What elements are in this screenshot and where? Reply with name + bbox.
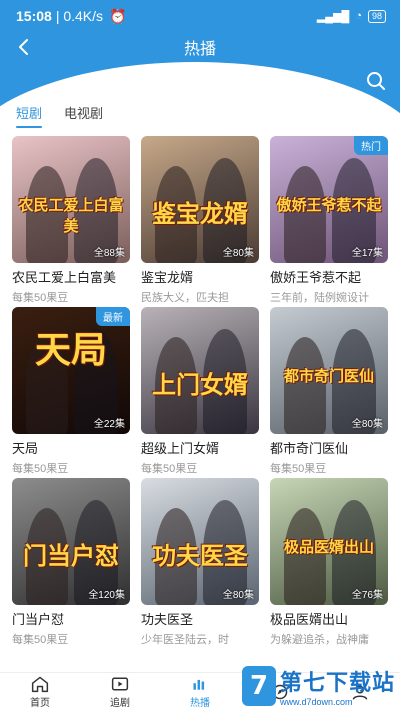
- watermark-title: 第七下载站: [280, 669, 396, 695]
- status-bar: 15:08 | 0.4K/s ⏰ ▂▄▆█ ◔ 98: [0, 0, 400, 32]
- drama-card[interactable]: 农民工爱上白富美 全88集 农民工爱上白富美 每集50果豆: [12, 136, 130, 304]
- drama-title[interactable]: 超级上门女婿: [141, 438, 259, 457]
- drama-title[interactable]: 都市奇门医仙: [270, 438, 388, 457]
- nav-label: 追剧: [110, 698, 130, 709]
- watermark-url: www.d7down.com: [280, 696, 353, 707]
- episode-count: 全80集: [222, 248, 254, 259]
- drama-poster[interactable]: 都市奇门医仙全80集: [270, 307, 388, 434]
- poster-title-art: 极品医婿出山: [283, 538, 374, 556]
- site-watermark: 7 第七下载站 www.d7down.com: [242, 660, 400, 711]
- drama-card[interactable]: 鉴宝龙婿 全80集 鉴宝龙婿 民族大义，匹夫担: [141, 136, 259, 304]
- episode-count: 全80集: [351, 419, 383, 430]
- status-time: 15:08: [16, 8, 52, 24]
- poster-title-art: 天局: [34, 329, 107, 371]
- nav-item-0[interactable]: 首页: [0, 673, 80, 711]
- status-right: ▂▄▆█ ◔ 98: [316, 9, 386, 23]
- episode-count: 全80集: [222, 590, 254, 601]
- battery-indicator: 98: [367, 9, 386, 23]
- drama-description: 为躲避追杀，战神庸: [270, 634, 369, 646]
- poster-badge: 最新: [96, 307, 130, 326]
- page-title: 热播: [183, 41, 216, 58]
- drama-card[interactable]: 都市奇门医仙 全80集 都市奇门医仙 每集50果豆: [270, 307, 388, 475]
- drama-poster[interactable]: 傲娇王爷惹不起 热门全17集: [270, 136, 388, 263]
- drama-poster[interactable]: 功夫医圣全80集: [141, 478, 259, 605]
- wifi-icon: ◔: [355, 10, 362, 22]
- watermark-logo: 7: [242, 665, 276, 706]
- drama-title[interactable]: 天局: [12, 438, 130, 457]
- drama-card[interactable]: 功夫医圣 全80集 功夫医圣 少年医圣陆云，时: [141, 478, 259, 646]
- episode-count: 全22集: [93, 419, 125, 430]
- drama-description: 少年医圣陆云，时: [141, 634, 229, 646]
- nav-label: 首页: [30, 698, 50, 709]
- drama-poster[interactable]: 极品医婿出山全76集: [270, 478, 388, 605]
- status-speed: | 0.4K/s: [55, 8, 104, 24]
- nav-label: 热播: [190, 698, 210, 709]
- drama-poster[interactable]: 农民工爱上白富美全88集: [12, 136, 130, 263]
- signal-icon: ▂▄▆█: [316, 10, 350, 23]
- search-icon[interactable]: [364, 69, 388, 93]
- nav-item-2[interactable]: 热播: [160, 673, 240, 711]
- episode-count: 全88集: [93, 248, 125, 259]
- drama-description: 民族大义，匹夫担: [141, 292, 229, 304]
- poster-title-art: 功夫医圣: [152, 541, 248, 570]
- episode-count: 全120集: [88, 590, 125, 601]
- poster-title-art: 门当户怼: [23, 541, 119, 570]
- drama-title[interactable]: 极品医婿出山: [270, 609, 388, 628]
- drama-title[interactable]: 功夫医圣: [141, 609, 259, 628]
- alarm-icon: ⏰: [109, 7, 127, 24]
- drama-description: 每集50果豆: [12, 463, 69, 475]
- category-tabs: 短剧 电视剧: [0, 100, 400, 128]
- poster-title-art: 农民工爱上白富美: [18, 196, 124, 235]
- drama-title[interactable]: 门当户怼: [12, 609, 130, 628]
- drama-poster[interactable]: 天局 最新全22集: [12, 307, 130, 434]
- episode-count: 全17集: [351, 248, 383, 259]
- drama-title[interactable]: 农民工爱上白富美: [12, 267, 130, 286]
- nav-item-1[interactable]: 追剧: [80, 673, 160, 711]
- drama-description: 三年前，陆例婉设计: [270, 292, 369, 304]
- fire-icon: [193, 679, 205, 690]
- drama-title[interactable]: 傲娇王爷惹不起: [270, 267, 388, 286]
- drama-card[interactable]: 上门女婿超级上门女婿每集50果豆: [141, 307, 259, 475]
- section-title: 热播: [184, 73, 215, 91]
- tab-tv-series[interactable]: 电视剧: [64, 103, 103, 126]
- poster-title-art: 上门女婿: [152, 370, 248, 399]
- drama-description: 每集50果豆: [12, 292, 69, 304]
- drama-description: 每集50果豆: [12, 634, 69, 646]
- back-arrow-icon[interactable]: [12, 35, 36, 59]
- drama-card[interactable]: 门当户怼 全120集 门当户怼 每集50果豆: [12, 478, 130, 646]
- episode-count: 全76集: [351, 590, 383, 601]
- drama-poster[interactable]: 上门女婿: [141, 307, 259, 434]
- poster-badge: 热门: [354, 136, 388, 155]
- poster-title-art: 都市奇门医仙: [283, 367, 374, 385]
- drama-card[interactable]: 极品医婿出山 全76集 极品医婿出山 为躲避追杀，战神庸: [270, 478, 388, 646]
- drama-title[interactable]: 鉴宝龙婿: [141, 267, 259, 286]
- drama-grid: 农民工爱上白富美 全88集 农民工爱上白富美 每集50果豆 鉴宝龙婿 全80集 鉴宝龙婿 民族…: [12, 136, 388, 646]
- top-navbar: 热播: [0, 32, 400, 62]
- drama-poster[interactable]: 门当户怼全120集: [12, 478, 130, 605]
- home-icon: [31, 676, 49, 693]
- drama-card[interactable]: 傲娇王爷惹不起 热门 全17集 傲娇王爷惹不起 三年前，陆例婉设计: [270, 136, 388, 304]
- drama-description: 每集50果豆: [270, 463, 327, 475]
- drama-description: 每集50果豆: [141, 463, 198, 475]
- section-bar: 热播: [0, 66, 400, 96]
- play-icon: [111, 677, 129, 691]
- drama-card[interactable]: 天局 最新 全22集 天局 每集50果豆: [12, 307, 130, 475]
- poster-title-art: 傲娇王爷惹不起: [276, 196, 382, 214]
- drama-poster[interactable]: 鉴宝龙婿全80集: [141, 136, 259, 263]
- tab-short-drama[interactable]: 短剧: [16, 103, 43, 128]
- poster-title-art: 鉴宝龙婿: [152, 199, 248, 228]
